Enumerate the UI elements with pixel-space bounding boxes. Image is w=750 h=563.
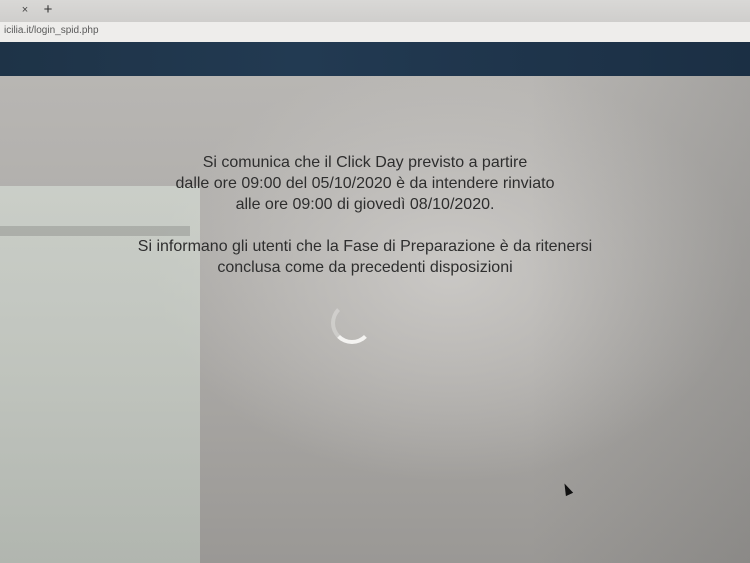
new-tab-button[interactable]: + (40, 1, 56, 19)
message-line: conclusa come da precedenti disposizioni (217, 259, 513, 276)
address-bar[interactable]: icilia.it/login_spid.php (0, 22, 750, 43)
page-content: Si comunica che il Click Day previsto a … (0, 76, 750, 563)
site-header (0, 42, 750, 76)
message-line: Si informano gli utenti che la Fase di P… (137, 238, 593, 255)
url-text[interactable]: icilia.it/login_spid.php (4, 25, 99, 36)
message-line: alle ore 09:00 di giovedì 08/10/2020. (235, 196, 495, 213)
close-tab-button[interactable]: × (18, 3, 32, 17)
message-line: dalle ore 09:00 del 05/10/2020 è da inte… (175, 175, 555, 192)
browser-tab-bar: × + (0, 0, 750, 22)
announcement-message: Si comunica che il Click Day previsto a … (90, 152, 640, 278)
message-line: Si comunica che il Click Day previsto a … (202, 154, 528, 171)
loading-spinner-icon (331, 302, 373, 344)
